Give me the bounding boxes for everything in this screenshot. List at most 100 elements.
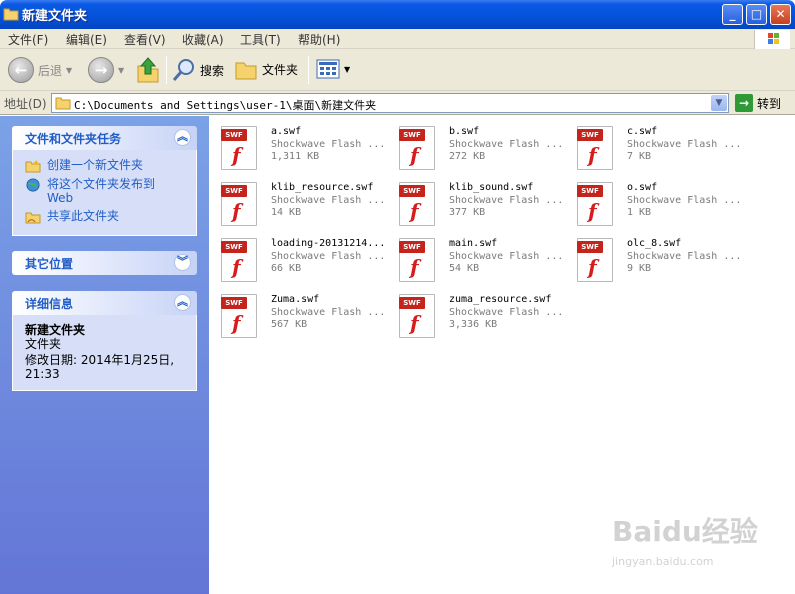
address-input[interactable]: C:\Documents and Settings\user-1\桌面\新建文件…	[51, 93, 729, 113]
share-folder-icon	[25, 212, 41, 224]
menu-help[interactable]: 帮助(H)	[298, 31, 340, 48]
file-item[interactable]: SWF f b.swf Shockwave Flash ... 272 KB	[395, 122, 571, 174]
task-new-folder[interactable]: 创建一个新文件夹	[25, 158, 196, 173]
swf-file-icon: SWF f	[577, 126, 613, 170]
file-item[interactable]: SWF f o.swf Shockwave Flash ... 1 KB	[573, 178, 749, 230]
menu-bar: 文件(F) 编辑(E) 查看(V) 收藏(A) 工具(T) 帮助(H)	[0, 29, 795, 49]
file-item[interactable]: SWF f loading-20131214... Shockwave Flash .…	[217, 234, 393, 286]
menu-file[interactable]: 文件(F)	[8, 31, 48, 48]
details-type: 文件夹	[25, 337, 62, 351]
file-name: a.swf	[271, 126, 302, 137]
task-publish-web-label: 将这个文件夹发布到 Web	[47, 177, 156, 205]
swf-file-icon: SWF f	[221, 182, 257, 226]
file-type: Shockwave Flash ...	[627, 251, 742, 262]
watermark-logo: Baidu经验	[612, 515, 758, 548]
file-item[interactable]: SWF f c.swf Shockwave Flash ... 7 KB	[573, 122, 749, 174]
swf-badge: SWF	[399, 185, 425, 197]
flash-icon: f	[410, 255, 419, 279]
maximize-button[interactable]: □	[746, 4, 767, 25]
file-size: 1,311 KB	[271, 151, 320, 162]
expand-icon[interactable]: ︾	[174, 254, 191, 271]
close-button[interactable]: ✕	[770, 4, 791, 25]
menu-tools[interactable]: 工具(T)	[240, 31, 281, 48]
other-places-title: 其它位置	[25, 257, 74, 271]
swf-file-icon: SWF f	[221, 294, 257, 338]
file-name: zuma_resource.swf	[449, 294, 552, 305]
folders-button[interactable]: 文件夹	[234, 57, 298, 81]
file-size: 66 KB	[271, 263, 302, 274]
globe-icon	[26, 178, 40, 192]
tasks-panel: 文件和文件夹任务 ︽ 创建一个新文件夹 将这个文件夹发布到 Web 共享此文件夹	[12, 126, 197, 236]
menu-edit[interactable]: 编辑(E)	[66, 31, 107, 48]
address-bar: 地址(D) C:\Documents and Settings\user-1\桌…	[0, 91, 795, 115]
folders-label: 文件夹	[262, 62, 299, 77]
file-size: 377 KB	[449, 207, 486, 218]
task-share-folder[interactable]: 共享此文件夹	[25, 209, 196, 224]
new-folder-icon	[25, 160, 41, 173]
file-name: klib_sound.swf	[449, 182, 534, 193]
details-panel-title: 详细信息	[25, 297, 74, 311]
toolbar: ← 后退 ▼ → ▼ 搜索 文件夹 ▼	[0, 49, 795, 91]
file-size: 1 KB	[627, 207, 652, 218]
maximize-icon: □	[750, 7, 763, 21]
tasks-panel-header[interactable]: 文件和文件夹任务 ︽	[12, 126, 197, 150]
file-item[interactable]: SWF f klib_resource.swf Shockwave Flash ...…	[217, 178, 393, 230]
collapse-icon[interactable]: ︽	[174, 294, 191, 311]
swf-file-icon: SWF f	[221, 238, 257, 282]
minimize-button[interactable]: _	[722, 4, 743, 25]
back-button[interactable]: ← 后退 ▼	[8, 57, 72, 83]
file-size: 54 KB	[449, 263, 480, 274]
swf-file-icon: SWF f	[221, 126, 257, 170]
address-dropdown-button[interactable]: ▼	[711, 95, 727, 111]
details-modified: 修改日期: 2014年1月25日, 21:33	[25, 353, 175, 381]
chevron-down-icon: ▼	[715, 98, 723, 108]
file-type: Shockwave Flash ...	[271, 195, 386, 206]
collapse-icon[interactable]: ︽	[174, 129, 191, 146]
flash-icon: f	[410, 311, 419, 335]
up-folder-icon	[137, 57, 159, 83]
file-type: Shockwave Flash ...	[449, 251, 564, 262]
details-panel-header[interactable]: 详细信息 ︽	[12, 291, 197, 315]
forward-arrow-icon: →	[88, 57, 114, 83]
chevron-down-icon: ▼	[66, 65, 73, 75]
back-label: 后退	[38, 63, 63, 78]
address-label: 地址(D)	[4, 97, 47, 111]
file-type: Shockwave Flash ...	[449, 139, 564, 150]
file-item[interactable]: SWF f olc_8.swf Shockwave Flash ... 9 KB	[573, 234, 749, 286]
file-item[interactable]: SWF f main.swf Shockwave Flash ... 54 KB	[395, 234, 571, 286]
swf-file-icon: SWF f	[399, 182, 435, 226]
flash-icon: f	[410, 199, 419, 223]
file-type: Shockwave Flash ...	[449, 307, 564, 318]
other-places-header[interactable]: 其它位置 ︾	[12, 251, 197, 275]
file-item[interactable]: SWF f a.swf Shockwave Flash ... 1,311 KB	[217, 122, 393, 174]
views-button[interactable]: ▼	[316, 59, 350, 79]
flash-icon: f	[232, 311, 241, 335]
forward-button[interactable]: → ▼	[88, 57, 124, 83]
up-folder-button[interactable]	[136, 56, 160, 84]
menu-view[interactable]: 查看(V)	[124, 31, 166, 48]
go-button[interactable]: → 转到	[735, 94, 781, 112]
swf-badge: SWF	[577, 185, 603, 197]
file-name: Zuma.swf	[271, 294, 320, 305]
file-type: Shockwave Flash ...	[271, 307, 386, 318]
back-arrow-icon: ←	[8, 57, 34, 83]
watermark-url: jingyan.baidu.com	[612, 555, 714, 568]
swf-badge: SWF	[399, 129, 425, 141]
task-publish-web[interactable]: 将这个文件夹发布到 Web	[25, 177, 196, 205]
flash-icon: f	[232, 255, 241, 279]
file-type: Shockwave Flash ...	[627, 195, 742, 206]
file-item[interactable]: SWF f klib_sound.swf Shockwave Flash ... 377…	[395, 178, 571, 230]
file-type: Shockwave Flash ...	[627, 139, 742, 150]
file-item[interactable]: SWF f zuma_resource.swf Shockwave Flash ...…	[395, 290, 571, 342]
swf-badge: SWF	[221, 297, 247, 309]
search-button[interactable]: 搜索	[172, 57, 224, 83]
menu-favorites[interactable]: 收藏(A)	[182, 31, 224, 48]
swf-file-icon: SWF f	[577, 238, 613, 282]
folder-icon	[3, 8, 19, 21]
file-name: main.swf	[449, 238, 498, 249]
details-panel: 详细信息 ︽ 新建文件夹 文件夹 修改日期: 2014年1月25日, 21:33	[12, 291, 197, 391]
views-icon	[316, 59, 340, 79]
file-name: c.swf	[627, 126, 658, 137]
close-icon: ✕	[775, 7, 786, 21]
file-item[interactable]: SWF f Zuma.swf Shockwave Flash ... 567 KB	[217, 290, 393, 342]
